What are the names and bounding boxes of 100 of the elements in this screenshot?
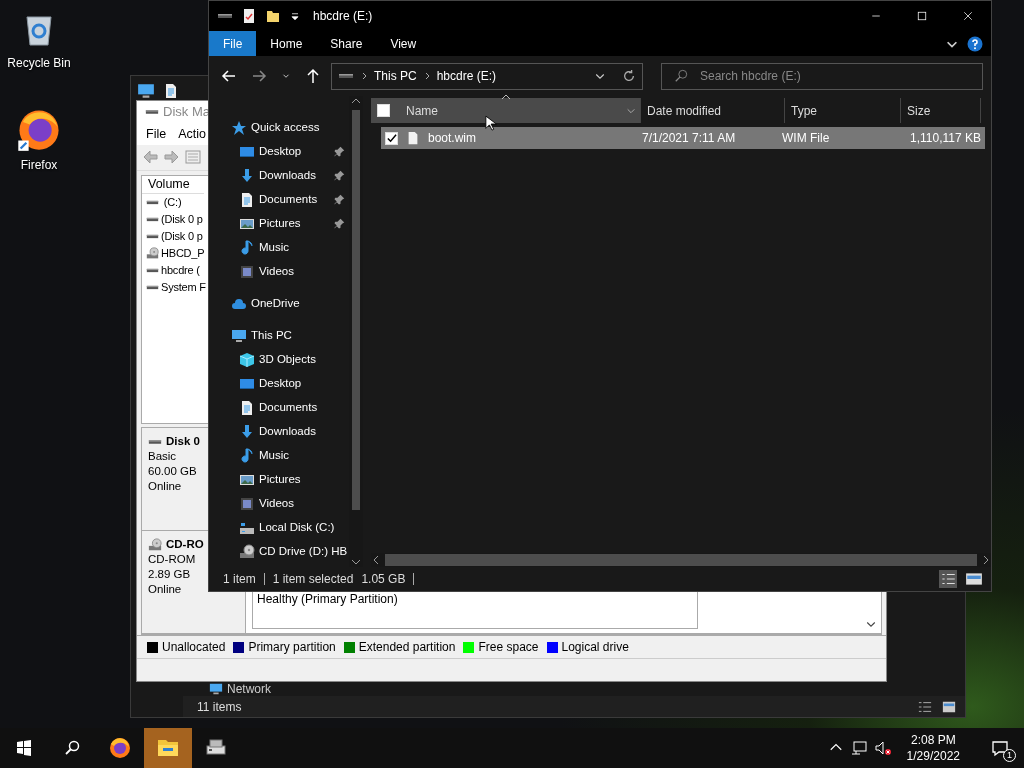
- column-header[interactable]: Date modified: [641, 98, 785, 123]
- breadcrumb-item[interactable]: hbcdre (E:): [436, 67, 497, 85]
- folder-icon[interactable]: [265, 8, 281, 24]
- nav-item[interactable]: 3D Objects: [259, 351, 316, 369]
- volume-name: (Disk 0 p: [161, 229, 203, 245]
- chevron-down-icon: [626, 106, 636, 116]
- tiles-view-icon[interactable]: [965, 570, 983, 588]
- address-bar[interactable]: This PC hbcdre (E:): [331, 62, 643, 90]
- download-arrow-icon: [239, 424, 255, 440]
- cube-icon: [239, 352, 255, 368]
- checkmark-icon: [386, 132, 397, 144]
- firefox-logo-icon: [108, 736, 132, 760]
- clock[interactable]: 2:08 PM 1/29/2022: [898, 732, 968, 764]
- film-icon: [239, 496, 255, 512]
- breadcrumb-item[interactable]: This PC: [374, 67, 417, 85]
- nav-item[interactable]: CD Drive (D:) HB: [259, 543, 348, 561]
- refresh-icon[interactable]: [622, 69, 636, 83]
- help-icon[interactable]: [967, 35, 983, 52]
- nav-item[interactable]: Downloads: [259, 167, 316, 185]
- ribbon-tab[interactable]: File: [209, 31, 257, 56]
- volume-name: (Disk 0 p: [161, 212, 203, 228]
- search-icon: [674, 69, 688, 83]
- forward-arrow-icon: [251, 68, 267, 84]
- volume-name: HBCD_P: [161, 246, 205, 262]
- network-icon[interactable]: [850, 740, 867, 756]
- file-size: 1,110,117 KB: [910, 130, 982, 147]
- star-icon: [231, 120, 247, 136]
- search-box[interactable]: Search hbcdre (E:): [661, 62, 983, 90]
- nav-item[interactable]: Local Disk (C:): [259, 519, 335, 537]
- cd-drive-icon: [146, 246, 159, 260]
- picture-icon: [239, 216, 255, 232]
- up-arrow-icon: [305, 68, 321, 84]
- volume-name: (C:): [162, 195, 182, 211]
- ribbon-tab[interactable]: Share: [316, 31, 377, 56]
- cd-drive-icon: [148, 537, 162, 552]
- column-header[interactable]: Size: [901, 98, 981, 123]
- scroll-left-icon: [371, 554, 381, 566]
- scroll-right-icon: [981, 554, 991, 566]
- column-header[interactable]: Type: [785, 98, 901, 123]
- nav-item[interactable]: Videos: [259, 495, 294, 513]
- window-title: hbcdre (E:): [313, 8, 373, 25]
- row-checkbox[interactable]: [385, 131, 398, 145]
- nav-item[interactable]: Pictures: [259, 471, 301, 489]
- desktop-icon: [239, 144, 255, 160]
- document-icon: [163, 83, 179, 99]
- desktop-icon-label[interactable]: Firefox: [20, 156, 58, 174]
- nav-item[interactable]: Videos: [259, 263, 294, 281]
- nav-item[interactable]: Quick access: [251, 119, 320, 137]
- disk-name: Disk 0: [166, 434, 200, 450]
- file-type: WIM File: [782, 130, 831, 147]
- picture-icon: [239, 472, 255, 488]
- disk-info: Basic: [148, 449, 177, 465]
- chevron-right-icon: [360, 71, 368, 81]
- close-icon: [962, 10, 974, 22]
- desktop-icon: [239, 376, 255, 392]
- volume-name: hbcdre (: [161, 263, 200, 279]
- disk-name: CD-RO: [166, 537, 204, 553]
- nav-item[interactable]: Desktop: [259, 375, 302, 393]
- select-all-checkbox[interactable]: [377, 104, 390, 117]
- nav-item[interactable]: Documents: [259, 399, 318, 417]
- nav-item[interactable]: Documents: [259, 191, 318, 209]
- nav-item[interactable]: Music: [259, 447, 290, 465]
- document-icon: [239, 192, 255, 208]
- status-text: 1.05 GB: [361, 571, 406, 588]
- ribbon-tab[interactable]: Home: [256, 31, 317, 56]
- nav-item[interactable]: OneDrive: [251, 295, 300, 313]
- ribbon-tab[interactable]: View: [376, 31, 431, 56]
- desktop-icon-label[interactable]: Recycle Bin: [7, 54, 71, 72]
- computer-icon: [209, 682, 223, 696]
- nav-item[interactable]: Music: [259, 239, 290, 257]
- nav-item[interactable]: Pictures: [259, 215, 301, 233]
- menu-item[interactable]: File: [146, 124, 167, 144]
- nav-item[interactable]: Network: [227, 680, 271, 698]
- search-field[interactable]: Search hbcdre (E:): [698, 63, 982, 89]
- cloud-icon: [231, 296, 247, 312]
- status-text: 1 item selected: [272, 571, 354, 588]
- notification-count: 1: [1003, 749, 1016, 762]
- file-row[interactable]: boot.wim 7/1/2021 7:11 AM WIM File 1,110,117 KB: [381, 127, 985, 149]
- search-icon: [64, 740, 80, 756]
- properties-icon[interactable]: [241, 8, 257, 24]
- speaker-muted-icon[interactable]: [874, 740, 891, 756]
- document-icon: [239, 400, 255, 416]
- column-header[interactable]: Name: [371, 98, 641, 123]
- status-text: 1 item: [223, 571, 256, 588]
- details-view-icon: [917, 699, 933, 714]
- nav-item[interactable]: Desktop: [259, 143, 302, 161]
- notifications-button[interactable]: 1: [976, 728, 1024, 768]
- legend-label: Unallocated: [162, 639, 226, 657]
- mouse-cursor-icon: [485, 114, 499, 134]
- menu-item[interactable]: Actio: [178, 124, 206, 144]
- scroll-up-icon: [350, 96, 362, 106]
- nav-item[interactable]: This PC: [251, 327, 292, 345]
- column-header[interactable]: Volume: [142, 175, 204, 194]
- legend-label: Extended partition: [358, 639, 456, 657]
- legend-label: Logical drive: [561, 639, 629, 657]
- nav-item[interactable]: Downloads: [259, 423, 316, 441]
- download-arrow-icon: [239, 168, 255, 184]
- status-text: 11 items: [197, 698, 242, 716]
- details-view-icon[interactable]: [939, 570, 957, 588]
- volume-name: System F: [161, 280, 206, 296]
